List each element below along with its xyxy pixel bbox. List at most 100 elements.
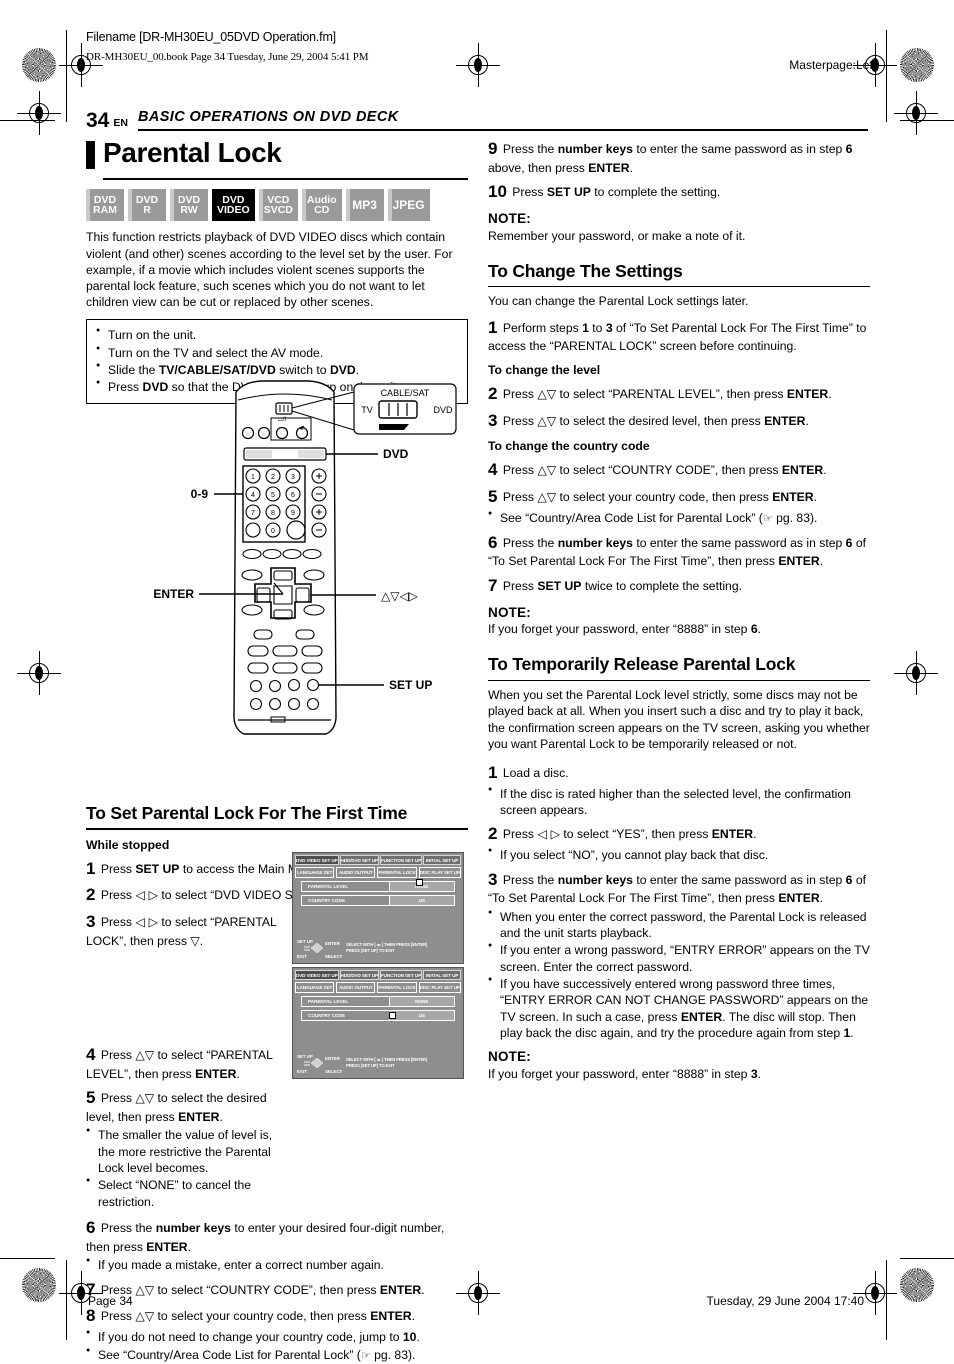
crop-rule-left (66, 30, 67, 122)
step-number: 4 (488, 460, 498, 480)
registration-rosette-top-right (900, 48, 934, 82)
step-6: 6 Press the number keys to enter your de… (86, 1218, 445, 1254)
registration-target-bottom-center (456, 1271, 500, 1315)
list-item: If you select “NO”, you cannot play back… (488, 846, 870, 863)
step-number: 9 (488, 139, 498, 158)
svg-text:EXIT: EXIT (297, 1069, 307, 1074)
section-heading-change-settings: To Change The Settings (488, 260, 683, 281)
osd-cursor (416, 879, 423, 886)
change-step-7: 7 Press SET UP twice to complete the set… (488, 575, 742, 595)
badge-line2: VIDEO (217, 204, 250, 217)
osd-tab-initial-set-up: INITIAL SET UP (423, 970, 461, 980)
registration-target-bottom-right (853, 1271, 897, 1315)
note-text-2: If you forget your password, enter “8888… (488, 622, 762, 637)
page-title: Parental Lock (86, 137, 468, 174)
osd-subtab-language-set: LANGUAGE SET (295, 867, 335, 878)
osd-tab-row: DVD VIDEO SET UP HDD/DVD SET UP FUNCTION… (293, 968, 463, 980)
list-item: Turn on the unit. (96, 326, 458, 343)
osd-row-label: PARENTAL LEVEL (301, 880, 390, 892)
osd-row-label: COUNTRY CODE (301, 894, 390, 907)
release-step-2-bullets: If you select “NO”, you cannot play back… (488, 846, 870, 863)
step-7: 7 Press △▽ to select “COUNTRY CODE”, the… (86, 1279, 425, 1299)
badge-line2: SVCD (263, 204, 293, 217)
osd-help-line2: PRESS [SET UP] TO EXIT (346, 948, 395, 953)
chapter-title: BASIC OPERATIONS ON DVD DECK (137, 109, 399, 125)
page-number: 34 (86, 109, 110, 132)
release-step-1-bullets: If the disc is rated higher than the sel… (488, 785, 870, 819)
list-item: Select “NONE” to cancel the restriction. (86, 1176, 282, 1210)
registration-target-right-upper (894, 91, 938, 135)
list-item: If you enter a wrong password, “ENTRY ER… (488, 941, 870, 975)
osd-cursor (389, 1012, 396, 1019)
step-number: 3 (488, 410, 498, 430)
step-number: 5 (488, 487, 498, 507)
footer-timestamp: Tuesday, 29 June 2004 17:40 (706, 1294, 864, 1308)
registration-rosette-bottom-left (22, 1268, 56, 1302)
list-item: The smaller the value of level is, the m… (86, 1126, 282, 1176)
change-step-3: 3 Press △▽ to select the desired level, … (488, 410, 809, 430)
change-step-5: 5 Press △▽ to select your country code, … (488, 487, 817, 507)
svg-text:9: 9 (291, 510, 295, 517)
step-4: 4 Press △▽ to select “PARENTAL LEVEL”, t… (86, 1045, 273, 1081)
step-number: 2 (488, 383, 498, 403)
osd-footer: SET UP EXIT ENTER SELECT SELECT WITH [ ◂… (297, 1052, 459, 1074)
osd-dpad-legend: SET UP EXIT ENTER SELECT (297, 1052, 343, 1074)
list-item: Turn on the TV and select the AV mode. (96, 344, 458, 361)
step-number: 2 (86, 885, 96, 905)
step-number: 6 (488, 532, 498, 552)
change-settings-lead: You can change the Parental Lock setting… (488, 294, 749, 309)
osd-row-value: NONE (389, 995, 455, 1007)
subhead-change-level: To change the level (488, 362, 601, 377)
registration-rosette-bottom-right (900, 1268, 934, 1302)
svg-text:EXIT: EXIT (297, 954, 307, 959)
change-step-1: 1 Perform steps 1 to 3 of “To Set Parent… (488, 317, 867, 354)
svg-text:DVD: DVD (433, 405, 453, 415)
svg-text:1: 1 (251, 474, 255, 481)
registration-target-right-mid (894, 651, 938, 695)
svg-text:DVD: DVD (383, 447, 409, 461)
osd-tab-row: DVD VIDEO SET UP HDD/DVD SET UP FUNCTION… (293, 853, 463, 865)
svg-text:ENTER: ENTER (325, 1056, 341, 1061)
svg-text:ENTER: ENTER (153, 587, 194, 601)
osd-subtab-disc-play-set-up: DISC PLAY SET UP (418, 867, 461, 878)
step-6-bullets: If you made a mistake, enter a correct n… (86, 1256, 468, 1273)
svg-text:0-9: 0-9 (191, 487, 209, 501)
remote-control-figure: 123 456 789 0 ⏢/I CABLE/SAT TV DVD DVD 0… (86, 378, 468, 750)
filename-text: Filename [DR-MH30EU_05DVD Operation.fm] (86, 30, 336, 44)
svg-text:SELECT: SELECT (325, 954, 343, 959)
osd-tab-initial-set-up: INITIAL SET UP (423, 855, 461, 865)
osd-row-value: US (389, 1009, 455, 1022)
masterpage-text: Masterpage:Left (789, 58, 876, 72)
osd-row-label: COUNTRY CODE (301, 1009, 390, 1022)
step-10: 10 Press SET UP to complete the setting. (488, 182, 721, 202)
list-item: Slide the TV/CABLE/SAT/DVD switch to DVD… (96, 361, 458, 378)
svg-text:△▽◁▷: △▽◁▷ (381, 589, 419, 603)
badge-line1: JPEG (392, 198, 425, 213)
badge-dvd-r: DVD R (128, 189, 166, 222)
media-badge-row: DVD RAM DVD R DVD RW DVD VIDEO VCD SVCD … (86, 189, 468, 222)
osd-screenshot-2: DVD VIDEO SET UP HDD/DVD SET UP FUNCTION… (292, 967, 464, 1079)
osd-panel: DVD VIDEO SET UP HDD/DVD SET UP FUNCTION… (292, 852, 464, 964)
note-text-1: Remember your password, or make a note o… (488, 228, 746, 243)
crop-rule-top-right (900, 120, 954, 121)
crop-rule-left-bottom (66, 1260, 67, 1340)
crop-rule-bottom-right (900, 1258, 954, 1259)
list-item: If you made a mistake, enter a correct n… (86, 1256, 468, 1273)
footer-page-label: Page 34 (88, 1294, 133, 1308)
release-step-3: 3 Press the number keys to enter the sam… (488, 869, 866, 906)
badge-dvd-rw: DVD RW (170, 189, 208, 222)
step-number: 10 (488, 182, 507, 202)
change-step-5-bullets: See “Country/Area Code List for Parental… (488, 509, 870, 527)
svg-text:4: 4 (251, 492, 255, 499)
list-item: If you do not need to change your countr… (86, 1328, 468, 1345)
osd-panel: DVD VIDEO SET UP HDD/DVD SET UP FUNCTION… (292, 967, 464, 1079)
osd-tab-function-set-up: FUNCTION SET UP (379, 970, 423, 980)
osd-footer: SET UP EXIT ENTER SELECT SELECT WITH [ ◂… (297, 937, 459, 959)
print-file-header: Filename [DR-MH30EU_05DVD Operation.fm] … (86, 30, 876, 72)
title-underline (103, 177, 468, 181)
osd-subtab-row: LANGUAGE SET AUDIO OUTPUT PARENTAL LOCK … (293, 980, 463, 993)
osd-row-country-code: COUNTRY CODE US (301, 894, 455, 907)
change-step-6: 6 Press the number keys to enter the sam… (488, 532, 866, 569)
registration-target-left-upper (17, 91, 61, 135)
section-heading-first-time: To Set Parental Lock For The First Time (86, 802, 408, 823)
